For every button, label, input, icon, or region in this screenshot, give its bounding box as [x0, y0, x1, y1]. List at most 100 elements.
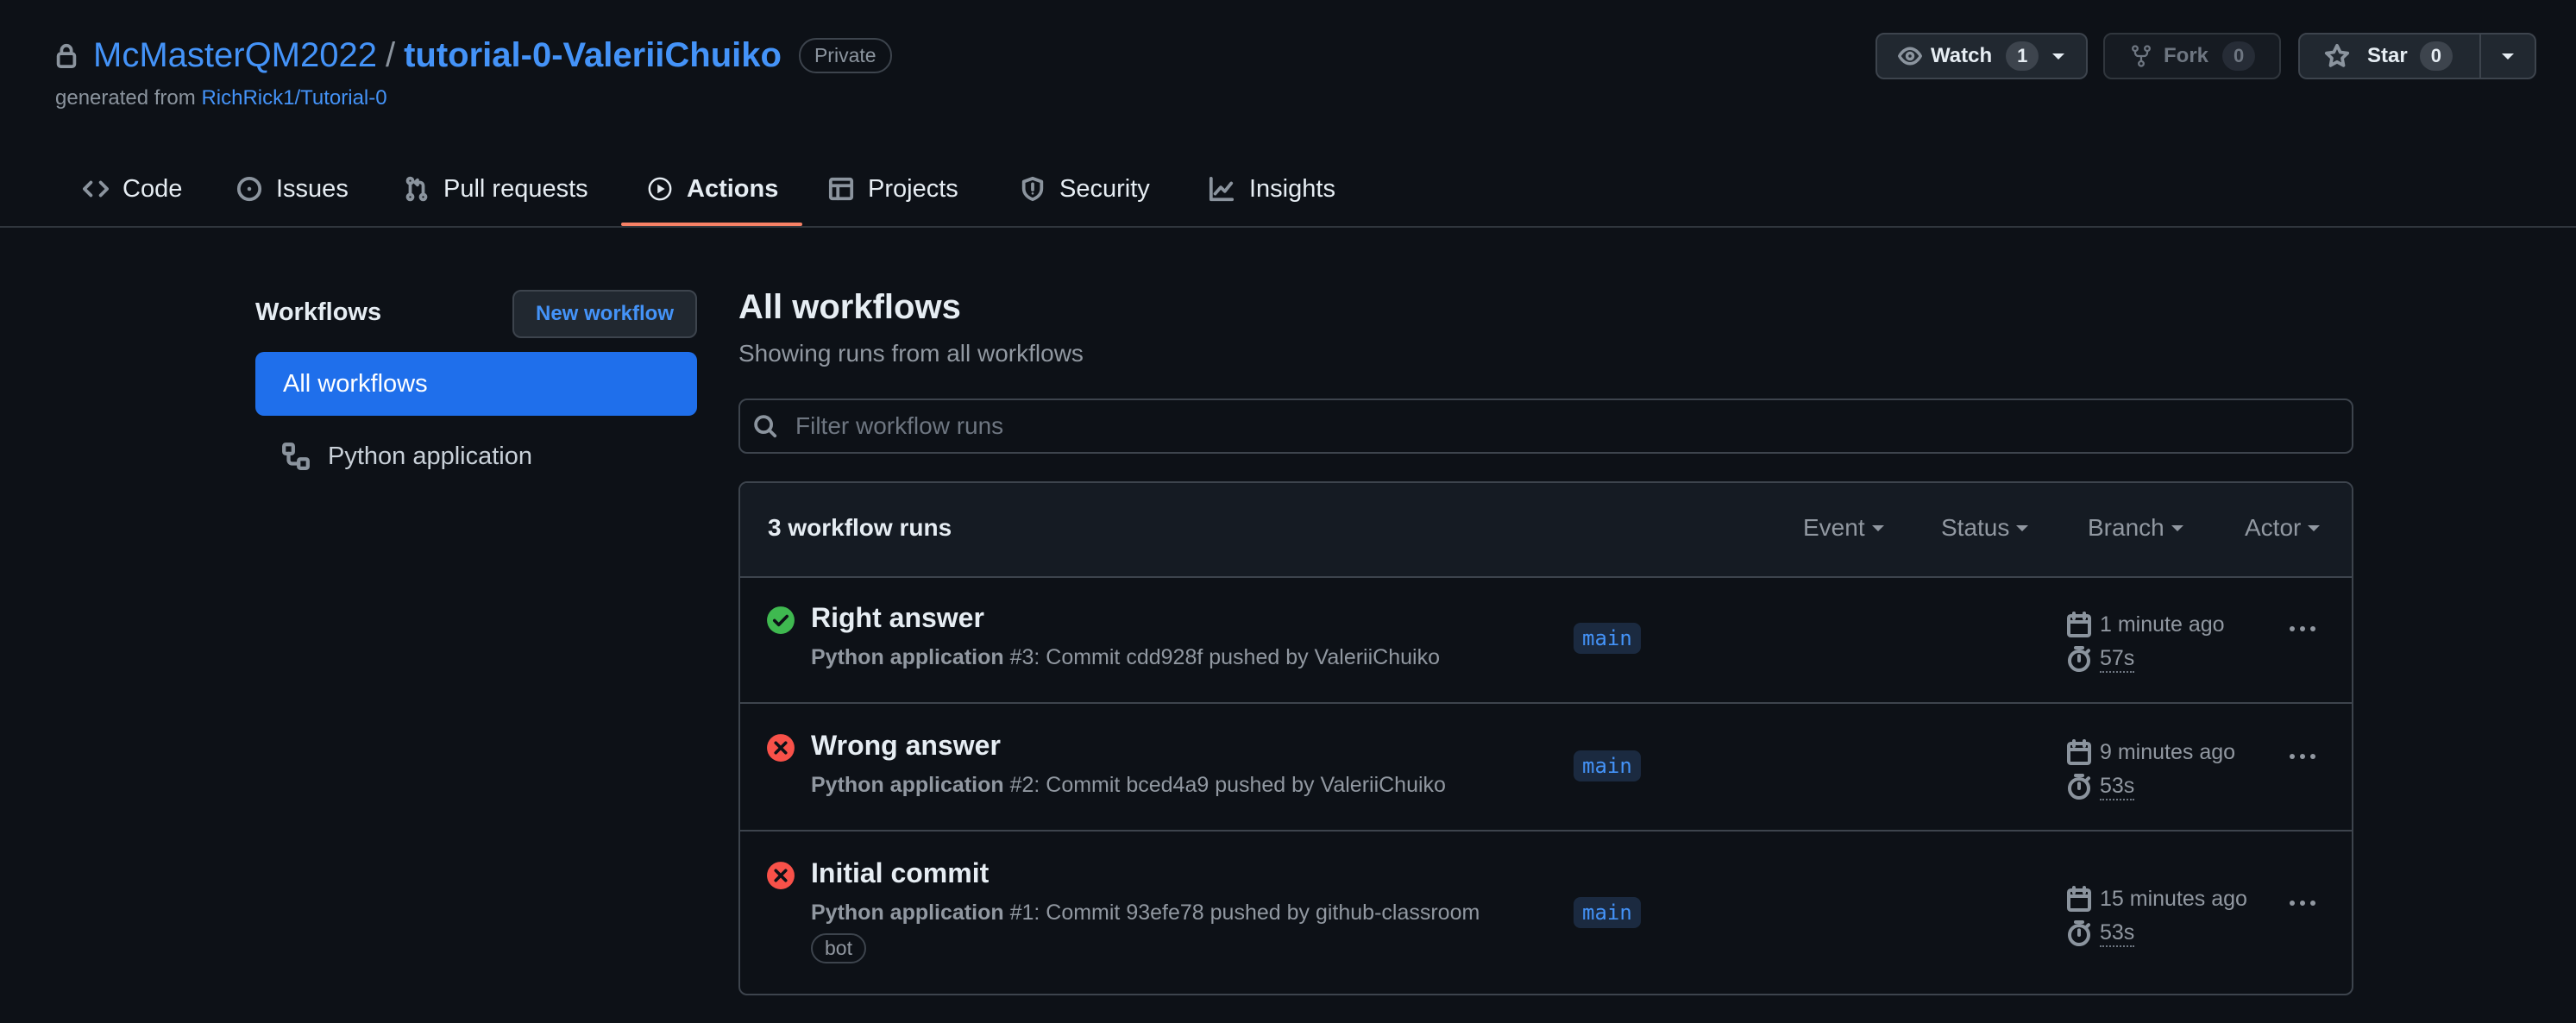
kebab-horizontal-icon[interactable] — [2290, 901, 2315, 906]
time-ago: 1 minute ago — [2100, 612, 2225, 637]
stopwatch-icon — [2065, 645, 2100, 673]
workflow-icon — [281, 442, 328, 471]
filter-workflow-runs — [738, 399, 2353, 454]
shield-icon — [1020, 176, 1059, 202]
duration: 53s — [2100, 920, 2135, 947]
repo-owner-link[interactable]: McMasterQM2022 — [93, 36, 377, 75]
star-count: 0 — [2419, 41, 2453, 71]
calendar-icon — [2065, 885, 2100, 913]
repo-name-link[interactable]: tutorial-0-ValeriiChuiko — [404, 36, 782, 75]
watch-count: 1 — [2006, 41, 2039, 71]
branch-filter-dropdown[interactable]: Branch — [2088, 514, 2183, 542]
tab-label: Issues — [276, 174, 349, 203]
tab-code[interactable]: Code — [83, 166, 182, 212]
repo-separator: / — [385, 35, 396, 74]
play-icon — [647, 176, 687, 202]
star-icon — [2324, 43, 2350, 69]
sidebar-item-all-workflows[interactable]: All workflows — [255, 352, 697, 416]
generated-from: generated from RichRick1/Tutorial-0 — [55, 86, 387, 110]
calendar-icon — [2065, 738, 2100, 766]
new-workflow-button[interactable]: New workflow — [512, 290, 697, 338]
run-workflow-name: Python application — [811, 773, 1004, 797]
actor-filter-dropdown[interactable]: Actor — [2245, 514, 2321, 542]
run-title-link[interactable]: Right answer — [811, 602, 984, 634]
run-detail: #1: Commit 93efe78 pushed by github-clas… — [1003, 901, 1480, 925]
tab-pull-requests[interactable]: Pull requests — [404, 166, 588, 212]
x-circle-icon — [766, 733, 795, 763]
watch-caret-icon — [2052, 53, 2065, 60]
tab-label: Pull requests — [443, 174, 588, 203]
run-workflow-name: Python application — [811, 901, 1004, 925]
chevron-down-icon — [2502, 53, 2514, 60]
star-list-dropdown[interactable] — [2481, 35, 2535, 78]
kebab-horizontal-icon[interactable] — [2290, 754, 2315, 759]
table-row[interactable]: Right answer Python application #3: Comm… — [740, 576, 2352, 704]
graph-icon — [1208, 176, 1249, 202]
calendar-icon — [2065, 611, 2100, 638]
star-button[interactable]: Star 0 — [2300, 35, 2481, 78]
dropdown-label: Actor — [2245, 514, 2302, 541]
time-ago: 9 minutes ago — [2100, 739, 2236, 764]
repo-nav: Code Issues Pull requests Actions Projec… — [0, 152, 2576, 228]
sidebar-title: Workflows — [255, 298, 382, 326]
dropdown-label: Status — [1941, 514, 2010, 541]
runs-count: 3 workflow runs — [768, 514, 952, 541]
dropdown-label: Branch — [2088, 514, 2164, 541]
run-title-link[interactable]: Initial commit — [811, 857, 989, 889]
tab-label: Actions — [687, 174, 779, 203]
tab-security[interactable]: Security — [1020, 166, 1150, 212]
tab-label: Code — [123, 174, 183, 203]
tab-label: Security — [1059, 174, 1150, 203]
star-button-group: Star 0 — [2298, 33, 2536, 79]
chevron-down-icon — [2171, 524, 2183, 531]
fork-button[interactable]: Fork 0 — [2103, 33, 2281, 79]
tab-projects[interactable]: Projects — [828, 166, 958, 212]
branch-label[interactable]: main — [1574, 897, 1641, 928]
tab-label: Projects — [868, 174, 958, 203]
tab-insights[interactable]: Insights — [1208, 166, 1335, 212]
tab-label: Insights — [1249, 174, 1335, 203]
kebab-horizontal-icon[interactable] — [2290, 626, 2315, 631]
table-row[interactable]: Wrong answer Python application #2: Comm… — [740, 704, 2352, 832]
branch-label[interactable]: main — [1574, 750, 1641, 781]
check-circle-icon — [766, 606, 795, 635]
watch-label: Watch — [1931, 44, 1993, 67]
issue-opened-icon — [236, 176, 276, 202]
x-circle-icon — [766, 861, 795, 890]
run-workflow-name: Python application — [811, 645, 1004, 669]
fork-count: 0 — [2222, 41, 2256, 71]
chevron-down-icon — [2016, 524, 2029, 531]
sidebar-item-python-application[interactable]: Python application — [281, 433, 532, 480]
run-date: 15 minutes ago — [2065, 885, 2247, 913]
code-icon — [83, 176, 123, 202]
duration: 53s — [2100, 774, 2135, 800]
chevron-down-icon — [1871, 524, 1884, 531]
page-title: All workflows — [738, 288, 961, 326]
stopwatch-icon — [2065, 773, 2100, 800]
workflow-runs-list: 3 workflow runs Event Status Branch Acto… — [738, 481, 2353, 995]
stopwatch-icon — [2065, 919, 2100, 947]
runs-header: 3 workflow runs Event Status Branch Acto… — [740, 483, 2352, 578]
visibility-badge: Private — [798, 37, 892, 73]
template-repo-link[interactable]: RichRick1/Tutorial-0 — [201, 86, 386, 110]
run-duration: 53s — [2065, 773, 2135, 800]
run-date: 9 minutes ago — [2065, 738, 2235, 766]
run-meta: Python application #3: Commit cdd928f pu… — [811, 645, 1440, 670]
filter-input[interactable] — [794, 411, 2352, 441]
event-filter-dropdown[interactable]: Event — [1803, 514, 1884, 542]
tab-issues[interactable]: Issues — [236, 166, 349, 212]
generated-prefix: generated from — [55, 86, 196, 110]
page-subtitle: Showing runs from all workflows — [738, 340, 1084, 367]
fork-label: Fork — [2164, 44, 2209, 67]
run-duration: 53s — [2065, 919, 2135, 947]
lock-icon — [53, 42, 79, 68]
status-filter-dropdown[interactable]: Status — [1941, 514, 2029, 542]
bot-badge: bot — [811, 933, 866, 963]
tab-actions[interactable]: Actions — [647, 166, 778, 212]
sidebar-item-label: Python application — [328, 442, 532, 470]
branch-label[interactable]: main — [1574, 623, 1641, 654]
git-pull-request-icon — [404, 176, 443, 202]
table-row[interactable]: Initial commit Python application #1: Co… — [740, 832, 2352, 994]
run-title-link[interactable]: Wrong answer — [811, 730, 1001, 762]
watch-button[interactable]: Watch 1 — [1875, 33, 2088, 79]
